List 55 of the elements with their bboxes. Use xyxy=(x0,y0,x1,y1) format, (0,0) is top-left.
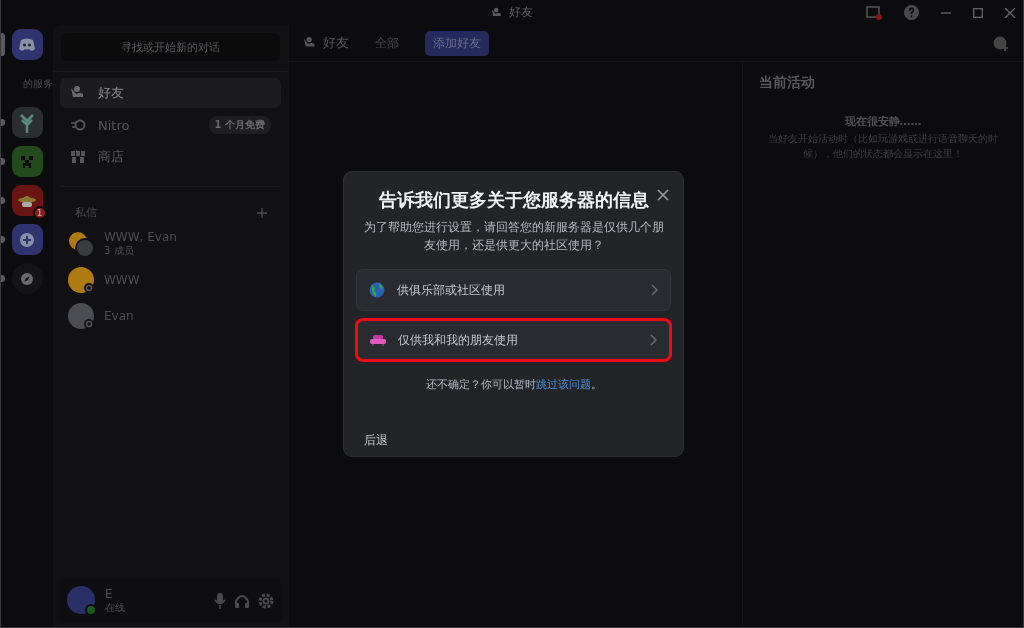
dialog-title: 告诉我们更多关于您服务器的信息 xyxy=(378,188,649,212)
tree-icon xyxy=(19,112,35,133)
tab[interactable]: 全部 xyxy=(367,30,407,56)
empty-title: 现在很安静…… xyxy=(844,114,922,129)
server-label: 的服务 xyxy=(22,76,53,91)
nav-label: Nitro xyxy=(98,117,131,133)
nav-label: 商店 xyxy=(98,148,125,166)
window-title: 好友 xyxy=(509,4,533,21)
inbox-icon[interactable] xyxy=(866,5,882,20)
footer-text: 还不确定？你可以暂时 xyxy=(425,377,536,392)
option-button[interactable]: 仅供我和我的朋友使用 xyxy=(356,319,671,361)
maximize-icon[interactable] xyxy=(973,7,983,18)
shop-icon xyxy=(70,149,86,165)
user-name: E xyxy=(105,587,114,601)
compass-icon xyxy=(20,271,34,286)
back-button[interactable]: 后退 xyxy=(356,430,396,451)
dm-name: Evan xyxy=(104,309,134,323)
couch-icon xyxy=(370,334,386,346)
header-title: 好友 xyxy=(323,34,349,52)
friends-icon xyxy=(491,6,503,19)
footer-end: 。 xyxy=(590,377,602,392)
chevron-icon xyxy=(650,334,657,346)
nav-item[interactable]: 商店 xyxy=(60,142,281,172)
settings-icon[interactable] xyxy=(258,593,274,609)
activity-title: 当前活动 xyxy=(759,74,815,92)
headphones-icon[interactable] xyxy=(234,593,250,609)
option-button[interactable]: 供俱乐部或社区使用 xyxy=(356,269,671,311)
close-icon[interactable] xyxy=(1005,7,1015,18)
nav-item[interactable]: Nitro 1 个月免费 xyxy=(60,110,281,140)
search-field[interactable]: 寻找或开始新的对话 xyxy=(61,33,280,61)
creeper-icon xyxy=(19,153,35,170)
skip-link[interactable]: 跳过该问题 xyxy=(535,377,591,392)
dm-name: WWW xyxy=(104,273,140,287)
user-status: 在线 xyxy=(105,601,126,615)
dialog-description: 为了帮助您进行设置，请回答您的新服务器是仅供几个朋友使用，还是供更大的社区使用？ xyxy=(362,219,665,254)
microphone-icon[interactable] xyxy=(214,593,226,609)
nitro-badge: 1 个月免费 xyxy=(208,116,271,134)
nitro-icon xyxy=(70,118,86,132)
section-title: 私信 xyxy=(75,205,97,220)
nav-label: 好友 xyxy=(98,84,125,102)
friends-icon xyxy=(303,36,317,50)
help-icon[interactable] xyxy=(904,5,919,20)
notification-badge: 1 xyxy=(32,206,47,220)
globe-icon xyxy=(369,282,385,298)
plus-icon[interactable] xyxy=(257,207,267,218)
user-avatar xyxy=(67,586,97,616)
controller-icon xyxy=(18,37,36,52)
new-group-icon[interactable] xyxy=(993,36,1009,52)
add-friend-button[interactable]: 添加好友 xyxy=(425,30,489,56)
chevron-icon xyxy=(651,284,658,296)
dm-item[interactable]: Evan xyxy=(53,298,288,334)
dm-name: WWW, Evan xyxy=(104,230,177,244)
dm-item[interactable]: WWW xyxy=(53,262,288,298)
nav-item[interactable]: 好友 xyxy=(60,78,281,108)
plus-icon xyxy=(20,232,34,247)
